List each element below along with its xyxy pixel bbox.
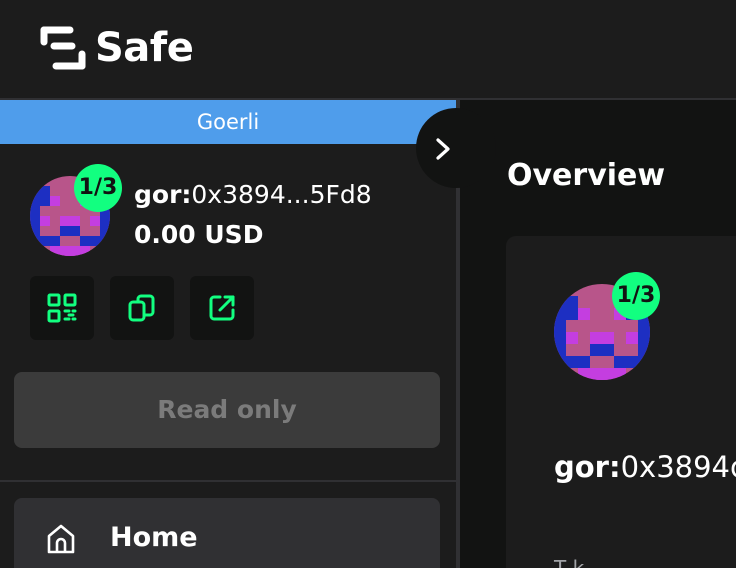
open-explorer-button[interactable] — [190, 276, 254, 340]
overview-threshold-badge: 1/3 — [612, 272, 660, 320]
external-link-icon — [209, 295, 235, 321]
main-content: Overview 1/3 gor:0x3894c T k — [460, 100, 736, 568]
chevron-right-icon — [436, 138, 450, 160]
top-bar: Safe — [0, 0, 736, 99]
card-label: T k — [554, 556, 585, 568]
qr-code-icon — [47, 293, 77, 323]
network-badge: Goerli — [0, 100, 456, 144]
address-partial: 0x3894c — [620, 450, 736, 484]
safe-logo-icon — [40, 26, 86, 70]
qr-code-button[interactable] — [30, 276, 94, 340]
sidebar: Goerli 1/3 gor:0x3894...5Fd8 0.00 USD Re… — [0, 100, 456, 568]
safe-logo[interactable]: Safe — [40, 25, 194, 71]
overview-card: 1/3 gor:0x3894c T k — [506, 236, 736, 568]
safe-address[interactable]: gor:0x3894...5Fd8 — [134, 180, 372, 209]
brand-name: Safe — [95, 25, 194, 71]
copy-address-button[interactable] — [110, 276, 174, 340]
chain-prefix: gor: — [134, 180, 192, 209]
home-icon — [46, 523, 76, 559]
chain-prefix: gor: — [554, 450, 621, 484]
overview-address[interactable]: gor:0x3894c — [554, 450, 736, 484]
expand-sidebar-button[interactable] — [416, 108, 496, 188]
page-title: Overview — [507, 158, 666, 193]
sidebar-divider — [0, 480, 456, 482]
sidebar-item-label: Home — [110, 522, 198, 553]
safe-balance: 0.00 USD — [134, 220, 264, 249]
address-short: 0x3894...5Fd8 — [191, 180, 372, 209]
sidebar-item-home[interactable]: Home — [14, 498, 440, 568]
threshold-badge: 1/3 — [74, 164, 122, 212]
read-only-button: Read only — [14, 372, 440, 448]
copy-icon — [128, 294, 155, 322]
